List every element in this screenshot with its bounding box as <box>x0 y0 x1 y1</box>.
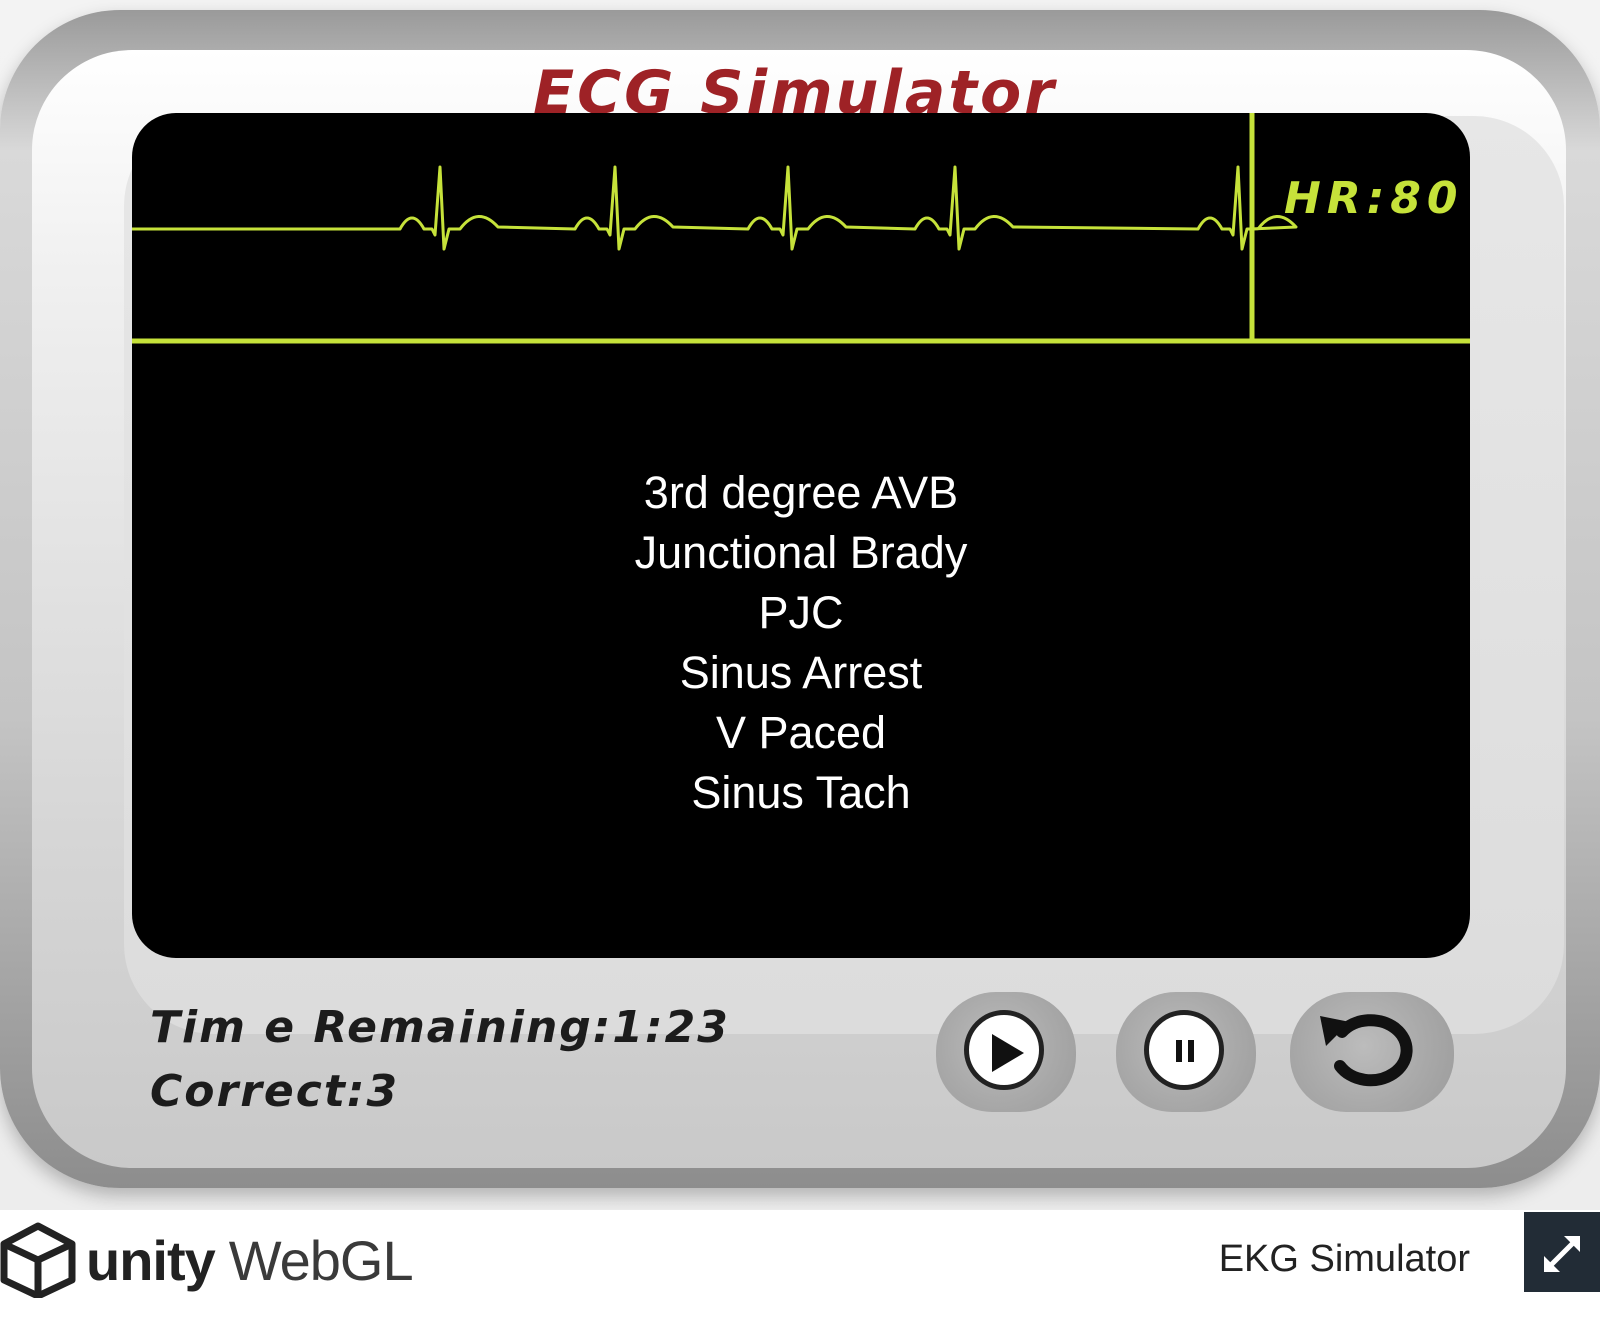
pause-icon <box>1176 1040 1194 1062</box>
rhythm-option[interactable]: V Paced <box>132 703 1470 763</box>
status-panel: Tim e Remaining:1:23 Correct:3 <box>150 996 730 1124</box>
ecg-trace <box>132 113 1470 344</box>
heart-rate-readout: HR:80 <box>1284 173 1464 224</box>
fullscreen-button[interactable] <box>1524 1212 1600 1292</box>
rhythm-option[interactable]: PJC <box>132 583 1470 643</box>
fullscreen-icon <box>1544 1236 1580 1272</box>
reset-icon <box>1320 1014 1413 1087</box>
correct-count: Correct:3 <box>150 1060 730 1124</box>
unity-wordmark: unity <box>86 1228 216 1292</box>
correct-value: 3 <box>366 1066 400 1117</box>
play-icon <box>992 1034 1024 1072</box>
play-button[interactable] <box>936 992 1076 1112</box>
ecg-trace-panel: HR:80 <box>132 113 1470 345</box>
unity-cube-icon <box>0 1222 76 1298</box>
correct-label: Correct: <box>150 1066 367 1117</box>
rhythm-option[interactable]: Sinus Tach <box>132 763 1470 823</box>
webgl-wordmark: WebGL <box>228 1228 414 1292</box>
rhythm-option[interactable]: Sinus Arrest <box>132 643 1470 703</box>
rhythm-option[interactable]: 3rd degree AVB <box>132 463 1470 523</box>
time-remaining: Tim e Remaining:1:23 <box>150 996 730 1060</box>
build-title: EKG Simulator <box>1218 1238 1470 1280</box>
time-remaining-label: Tim e Remaining: <box>150 1002 613 1053</box>
reset-button[interactable] <box>1290 992 1454 1112</box>
unity-logo: unity WebGL <box>0 1220 414 1300</box>
ecg-waveform <box>132 165 1298 251</box>
webgl-footer: unity WebGL EKG Simulator <box>0 1210 1600 1318</box>
ecg-screen: HR:80 3rd degree AVB Junctional Brady PJ… <box>132 113 1470 958</box>
rhythm-option[interactable]: Junctional Brady <box>132 523 1470 583</box>
app-title: ECG Simulator <box>533 58 1057 116</box>
unity-webgl-page: ECG Simulator HR:80 3rd degree AVB Junct… <box>0 0 1600 1318</box>
time-remaining-value: 1:23 <box>612 1002 730 1053</box>
pause-button[interactable] <box>1116 992 1256 1112</box>
rhythm-options-list: 3rd degree AVB Junctional Brady PJC Sinu… <box>132 463 1470 823</box>
game-canvas[interactable]: ECG Simulator HR:80 3rd degree AVB Junct… <box>0 0 1600 1210</box>
